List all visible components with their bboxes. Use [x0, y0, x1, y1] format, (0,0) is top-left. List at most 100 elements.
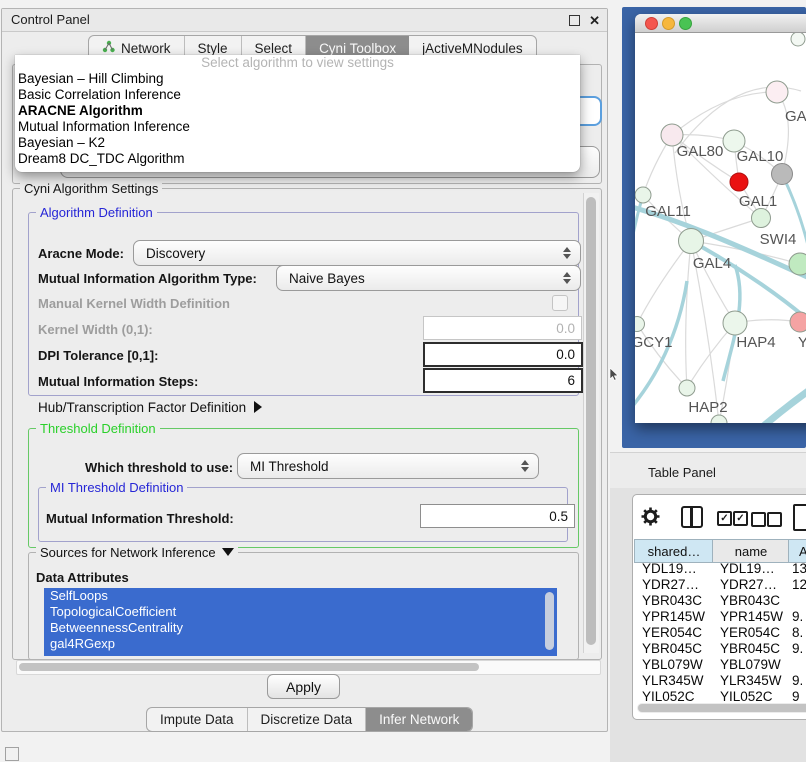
tab-infer-network[interactable]: Infer Network: [366, 708, 472, 731]
column-header-label: name: [735, 544, 768, 559]
settings-horizontal-scrollbar[interactable]: [16, 660, 601, 675]
settings-hscrollbar-thumb[interactable]: [19, 663, 479, 671]
top-edge-node[interactable]: [791, 33, 805, 46]
select-all-checkbox-icon[interactable]: ✓: [717, 511, 732, 526]
network-graph: GAL80 GAL10 GAL1 GAL11 SWI4 GAL4 GCY1 HA…: [635, 33, 806, 423]
algorithm-definition-title: Algorithm Definition: [36, 205, 157, 220]
dock-button[interactable]: [5, 747, 19, 761]
table-row[interactable]: YBR045C YBR045C 9.: [634, 641, 806, 657]
cell: YIL052C: [720, 689, 773, 701]
apply-button[interactable]: Apply: [267, 674, 340, 699]
table-hscrollbar-thumb[interactable]: [638, 704, 806, 712]
attribute-item[interactable]: gal4RGexp: [44, 636, 557, 652]
gcy1-node[interactable]: [635, 317, 645, 332]
combo-spinner-icon: [562, 246, 571, 260]
sources-title-text: Sources for Network Inference: [40, 545, 216, 560]
kernel-width-field[interactable]: 0.0: [423, 316, 582, 340]
mi-threshold-label: Mutual Information Threshold:: [46, 511, 234, 526]
attribute-item[interactable]: TopologicalCoefficient: [44, 604, 557, 620]
aracne-mode-combo[interactable]: Discovery: [133, 240, 581, 266]
tab-infer-network-label: Infer Network: [379, 712, 459, 727]
float-window-icon[interactable]: [569, 15, 580, 26]
node-label: HAP4: [736, 334, 775, 351]
table-row[interactable]: YBL079W YBL079W: [634, 657, 806, 673]
table-row[interactable]: YER054C YER054C 8.: [634, 625, 806, 641]
cell: YBL079W: [642, 657, 703, 673]
hap2-node[interactable]: [679, 380, 695, 396]
mi-steps-field[interactable]: 6: [423, 368, 583, 393]
expand-right-icon[interactable]: [254, 401, 262, 413]
gal4-node[interactable]: [679, 229, 704, 254]
salmon-node[interactable]: [790, 312, 806, 332]
split-columns-icon[interactable]: [681, 506, 703, 528]
table-row[interactable]: YDR27… YDR27… 12: [634, 577, 806, 593]
mi-type-combo[interactable]: Naive Bayes: [276, 265, 581, 291]
tab-network-label: Network: [121, 41, 171, 56]
which-threshold-label: Which threshold to use:: [85, 460, 233, 475]
dropdown-item-selected[interactable]: ARACNE Algorithm: [15, 103, 580, 119]
which-threshold-combo[interactable]: MI Threshold: [237, 453, 539, 479]
top-pink-node[interactable]: [766, 81, 788, 103]
cell: YPR145W: [720, 609, 783, 625]
table-row[interactable]: YDL19… YDL19… 13: [634, 561, 806, 577]
gray-node[interactable]: [772, 164, 793, 185]
attribute-list-scrollbar[interactable]: [545, 592, 554, 650]
cell: YLR345W: [720, 673, 782, 689]
cell: YIL052C: [642, 689, 695, 701]
column-header-shared-name[interactable]: shared…: [634, 539, 713, 563]
cell: YER054C: [642, 625, 702, 641]
tab-discretize-data[interactable]: Discretize Data: [248, 708, 367, 731]
network-window-titlebar[interactable]: [635, 14, 806, 33]
attribute-item[interactable]: BetweennessCentrality: [44, 620, 557, 636]
settings-scrollbar-thumb[interactable]: [586, 197, 596, 645]
table-row[interactable]: YBR043C YBR043C: [634, 593, 806, 609]
settings-vertical-scrollbar[interactable]: [583, 193, 599, 653]
deselect-checkbox-icon[interactable]: [751, 512, 766, 527]
select-all-checkbox-icon-2[interactable]: ✓: [733, 511, 748, 526]
hub-definition-label: Hub/Transcription Factor Definition: [38, 400, 246, 415]
gal11-node[interactable]: [635, 187, 651, 203]
kernel-width-label: Kernel Width (0,1):: [38, 322, 153, 337]
cell: YBR045C: [642, 641, 702, 657]
dpi-tolerance-field[interactable]: 0.0: [423, 342, 583, 367]
column-header-avg[interactable]: A: [788, 539, 806, 563]
column-header-name[interactable]: name: [712, 539, 789, 563]
export-table-icon[interactable]: [793, 504, 806, 531]
tab-impute-data[interactable]: Impute Data: [147, 708, 248, 731]
kernel-width-value: 0.0: [556, 321, 575, 336]
mi-steps-value: 6: [567, 373, 575, 388]
hub-definition-expander[interactable]: Hub/Transcription Factor Definition: [38, 400, 262, 415]
table-horizontal-scrollbar[interactable]: [637, 703, 806, 713]
close-icon[interactable]: ✕: [589, 10, 600, 32]
dropdown-item[interactable]: Bayesian – K2: [15, 135, 580, 151]
right-green-node[interactable]: [789, 253, 806, 275]
swi4-node[interactable]: [752, 209, 771, 228]
data-attributes-list[interactable]: SelfLoops TopologicalCoefficient Between…: [44, 588, 557, 656]
red-node[interactable]: [730, 173, 748, 191]
mac-close-icon[interactable]: [645, 17, 658, 30]
dropdown-item[interactable]: Mutual Information Inference: [15, 119, 580, 135]
deselect-checkbox-icon-2[interactable]: [767, 512, 782, 527]
bottom-node[interactable]: [711, 415, 727, 423]
node-label: GCY1: [635, 334, 672, 351]
cell: YDR27…: [642, 577, 699, 593]
mac-zoom-icon[interactable]: [679, 17, 692, 30]
attribute-item[interactable]: SelfLoops: [44, 588, 557, 604]
table-rows[interactable]: YDL19… YDL19… 13 YDR27… YDR27… 12 YBR043…: [634, 561, 806, 701]
network-icon: [102, 40, 115, 56]
collapse-down-icon[interactable]: [222, 548, 234, 556]
dropdown-item[interactable]: Bayesian – Hill Climbing: [15, 71, 580, 87]
gear-icon[interactable]: [641, 507, 660, 526]
table-row[interactable]: YLR345W YLR345W 9.: [634, 673, 806, 689]
table-row[interactable]: YPR145W YPR145W 9.: [634, 609, 806, 625]
dropdown-item[interactable]: Basic Correlation Inference: [15, 87, 580, 103]
hap4-node[interactable]: [723, 311, 747, 335]
table-row[interactable]: YIL052C YIL052C 9: [634, 689, 806, 701]
network-canvas[interactable]: GAL80 GAL10 GAL1 GAL11 SWI4 GAL4 GCY1 HA…: [635, 33, 806, 423]
cell: 9.: [792, 609, 803, 625]
mac-minimize-icon[interactable]: [662, 17, 675, 30]
algorithm-dropdown-popup: Select algorithm to view settings Bayesi…: [15, 55, 580, 172]
dropdown-item[interactable]: Dream8 DC_TDC Algorithm: [15, 151, 580, 167]
manual-kernel-checkbox[interactable]: [552, 295, 568, 311]
mi-threshold-field[interactable]: 0.5: [420, 504, 575, 528]
